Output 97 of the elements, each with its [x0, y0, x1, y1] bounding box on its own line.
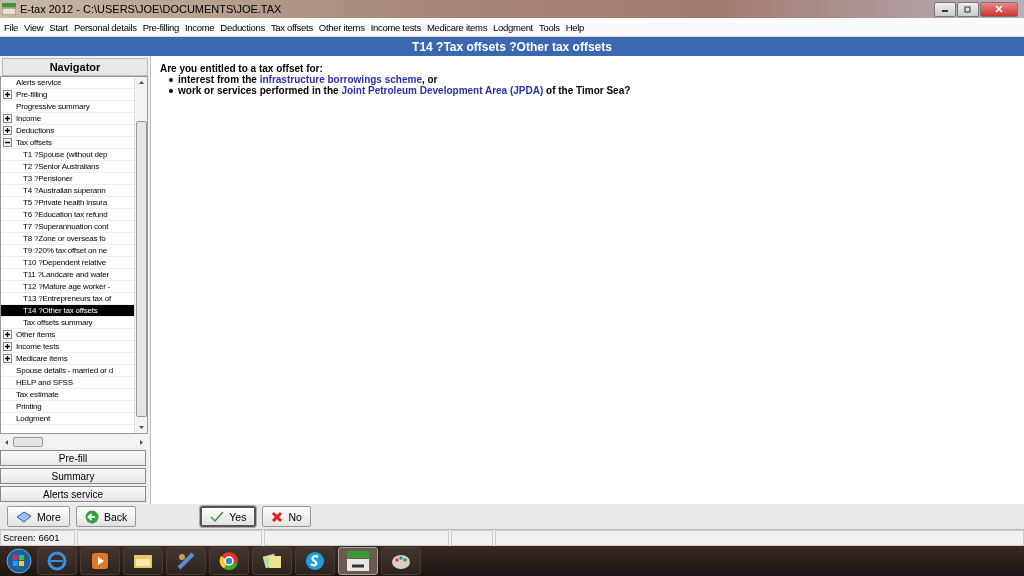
- menu-item[interactable]: Medicare items: [426, 21, 488, 33]
- yes-button[interactable]: Yes: [200, 506, 257, 527]
- back-button[interactable]: Back: [75, 506, 137, 527]
- minimize-button[interactable]: [934, 1, 956, 17]
- round-logo-icon: [218, 550, 240, 572]
- tree-item[interactable]: T5 ?Private health insura: [1, 197, 134, 209]
- taskbar-etax-button[interactable]: [338, 547, 378, 575]
- tree-item[interactable]: Tax estimate: [1, 389, 134, 401]
- tree-item[interactable]: Spouse details - married or d: [1, 365, 134, 377]
- status-pane: [451, 530, 493, 546]
- window-title: E-tax 2012 - C:\USERS\JOE\DOCUMENTS\JOE.TAX: [20, 3, 282, 15]
- help-link[interactable]: infrastructure borrowings scheme: [259, 74, 422, 85]
- tree-item[interactable]: Medicare items: [1, 353, 134, 365]
- menu-item[interactable]: View: [24, 21, 44, 33]
- tree-item[interactable]: T12 ?Mature age worker -: [1, 281, 134, 293]
- close-icon: [995, 5, 1003, 13]
- menu-item[interactable]: Help: [565, 21, 584, 33]
- globe-icon: [46, 550, 68, 572]
- chat-icon: [304, 550, 326, 572]
- tree-item[interactable]: Lodgment: [1, 413, 134, 425]
- expand-icon[interactable]: [3, 114, 12, 123]
- tree-item[interactable]: Progressive summary: [1, 101, 134, 113]
- status-text: Screen: 6601: [0, 530, 75, 546]
- page-title: T14 ?Tax offsets ?Other tax offsets: [412, 39, 612, 54]
- tree-item[interactable]: T11 ?Landcare and water: [1, 269, 134, 281]
- menu-item[interactable]: Lodgment: [493, 21, 533, 33]
- tree-item[interactable]: T7 ?Superannuation cont: [1, 221, 134, 233]
- scroll-up-icon[interactable]: [137, 80, 145, 85]
- bullet-text: work or services performed in the Joint Petroleum Development Area (JPDA) of the Timor Sea?: [178, 85, 631, 96]
- taskbar-paint-button[interactable]: [381, 547, 421, 575]
- bullet-icon: [169, 77, 173, 82]
- back-arrow-icon: [84, 509, 99, 524]
- bullet-text: interest from the infrastructure borrowings scheme, or: [178, 74, 438, 85]
- tree-item[interactable]: HELP and SFSS: [1, 377, 134, 389]
- expand-icon[interactable]: [3, 90, 12, 99]
- tree-item[interactable]: T1 ?Spouse (without dep: [1, 149, 134, 161]
- tree-item[interactable]: Income tests: [1, 341, 134, 353]
- play-icon: [89, 550, 111, 572]
- app-icon: [346, 550, 370, 572]
- navigator-button[interactable]: Pre-fill: [0, 450, 146, 466]
- taskbar-browser-button[interactable]: [37, 547, 77, 575]
- tree-item[interactable]: Tax offsets summary: [1, 317, 134, 329]
- tree-item[interactable]: Alerts service: [1, 77, 134, 89]
- menu-item[interactable]: Personal details: [73, 21, 137, 33]
- tree-item[interactable]: T2 ?Senior Australians: [1, 161, 134, 173]
- scroll-right-icon[interactable]: [139, 438, 144, 446]
- help-link[interactable]: Joint Petroleum Development Area (JPDA): [341, 85, 544, 96]
- scroll-left-icon[interactable]: [4, 438, 9, 446]
- start-button[interactable]: [4, 547, 34, 575]
- expand-icon[interactable]: [3, 354, 12, 363]
- menu-item[interactable]: Pre-filling: [142, 21, 179, 33]
- more-button[interactable]: More: [7, 506, 70, 527]
- restore-button[interactable]: [957, 1, 979, 17]
- vertical-scrollbar[interactable]: [134, 77, 147, 433]
- tree-item[interactable]: T4 ?Australian superann: [1, 185, 134, 197]
- tree-item[interactable]: Printing: [1, 401, 134, 413]
- menu-item[interactable]: Deductions: [220, 21, 265, 33]
- scroll-down-icon[interactable]: [137, 425, 145, 430]
- tree-item[interactable]: T6 ?Education tax refund: [1, 209, 134, 221]
- menu-item[interactable]: File: [4, 21, 19, 33]
- restore-icon: [964, 5, 972, 13]
- bullet-icon: [169, 88, 173, 93]
- tree-item[interactable]: Other items: [1, 329, 134, 341]
- expand-icon[interactable]: [3, 342, 12, 351]
- menu-item[interactable]: Tools: [538, 21, 560, 33]
- expand-icon[interactable]: [3, 330, 12, 339]
- tree-item[interactable]: T3 ?Pensioner: [1, 173, 134, 185]
- taskbar-chat-button[interactable]: [295, 547, 335, 575]
- taskbar-tool-button[interactable]: [166, 547, 206, 575]
- tree-item[interactable]: Deductions: [1, 125, 134, 137]
- tree-item[interactable]: T14 ?Other tax offsets: [1, 305, 134, 317]
- app-icon: [2, 3, 16, 15]
- question-text: Are you entitled to a tax offset for:: [160, 63, 323, 74]
- tree-item[interactable]: Pre-filling: [1, 89, 134, 101]
- navigator-title: Navigator: [2, 58, 148, 76]
- menu-item[interactable]: Tax offsets: [270, 21, 313, 33]
- navigator-button[interactable]: Summary: [0, 468, 146, 484]
- taskbar-chrome-button[interactable]: [209, 547, 249, 575]
- collapse-icon[interactable]: [3, 138, 12, 147]
- menu-item[interactable]: Income: [185, 21, 215, 33]
- tree-item[interactable]: T8 ?Zone or overseas fo: [1, 233, 134, 245]
- no-button[interactable]: No: [262, 506, 311, 527]
- taskbar-notes-button[interactable]: [252, 547, 292, 575]
- navigator-button[interactable]: Alerts service: [0, 486, 146, 502]
- menu-item[interactable]: Income tests: [370, 21, 421, 33]
- tree-item[interactable]: T10 ?Dependent relative: [1, 257, 134, 269]
- taskbar-media-button[interactable]: [80, 547, 120, 575]
- taskbar-folder-button[interactable]: [123, 547, 163, 575]
- checkmark-icon: [210, 510, 225, 523]
- menu-item[interactable]: Start: [49, 21, 68, 33]
- tree-item[interactable]: T9 ?20% tax offset on ne: [1, 245, 134, 257]
- close-button[interactable]: [980, 1, 1018, 17]
- menu-item[interactable]: Other items: [318, 21, 365, 33]
- tree-item[interactable]: Tax offsets: [1, 137, 134, 149]
- tree-item[interactable]: Income: [1, 113, 134, 125]
- cross-icon: [271, 510, 284, 523]
- expand-icon[interactable]: [3, 126, 12, 135]
